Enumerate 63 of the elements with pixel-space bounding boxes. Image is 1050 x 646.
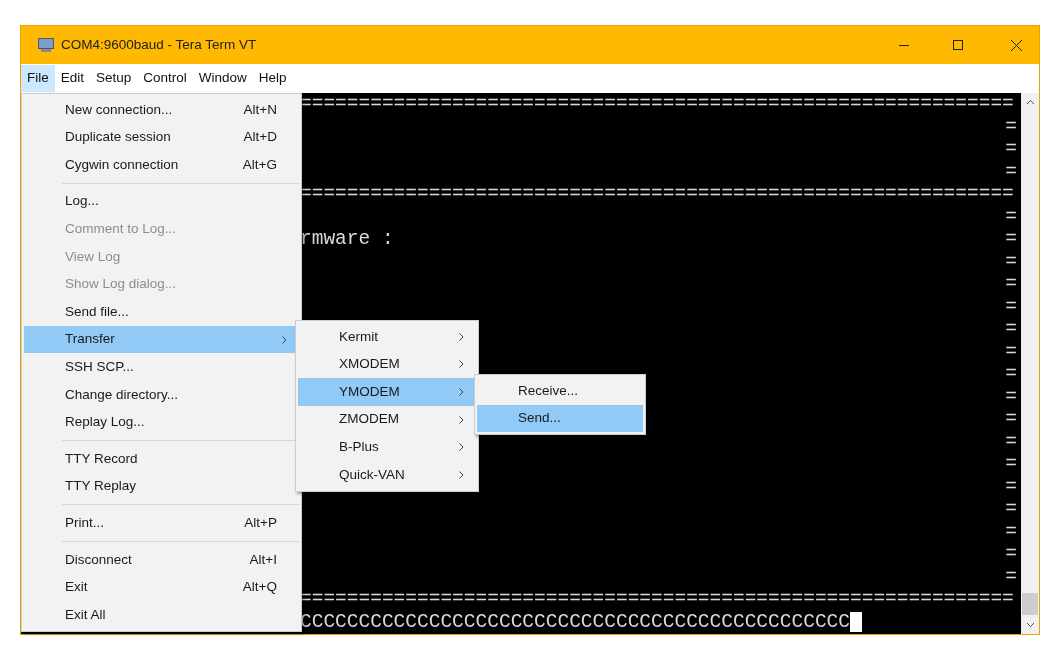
menu-item[interactable]: Quick-VAN [298, 460, 476, 489]
menu-item[interactable]: Change directory... [24, 380, 299, 409]
shortcut-label: Alt+Q [242, 578, 278, 597]
menu-bar-item[interactable]: Help [252, 65, 293, 92]
menu-item[interactable]: YMODEM [298, 378, 476, 406]
terminal-text: = [1005, 295, 1017, 318]
scroll-down-icon[interactable] [1025, 622, 1035, 628]
terminal-text: = [1005, 565, 1017, 588]
terminal-text: = [1005, 498, 1017, 521]
menu-item[interactable]: New connection... Alt+N [24, 96, 299, 124]
terminal-icon [38, 38, 54, 52]
terminal-text: CCCCCCCCCCCCCCCCCCCCCCCCCCCCCCCCCCCCCCCCCCCCCCC [300, 610, 850, 633]
menu-item[interactable]: Disconnect Alt+I [24, 545, 299, 574]
menu-item[interactable]: Exit Alt+Q [24, 573, 299, 602]
scrollbar-thumb[interactable] [1022, 593, 1038, 615]
terminal-text: ============================================================= [300, 93, 1014, 116]
shortcut-label: Alt+N [243, 100, 278, 119]
terminal-text: = [1005, 475, 1017, 498]
menu-bar-item[interactable]: Control [137, 65, 193, 92]
terminal-text: = [1005, 228, 1017, 251]
terminal-text: = [1005, 250, 1017, 273]
terminal-text: = [1005, 273, 1017, 296]
scroll-up-icon[interactable] [1025, 99, 1035, 105]
close-icon[interactable] [1010, 39, 1022, 51]
menu-item[interactable]: Replay Log... [24, 408, 299, 437]
window-title: COM4:9600baud - Tera Term VT [61, 35, 257, 54]
terminal-text: rmware : [300, 228, 394, 251]
menu-item[interactable]: TTY Replay [24, 472, 299, 501]
menu-item[interactable]: Print... Alt+P [24, 509, 299, 537]
terminal-text: = [1005, 385, 1017, 408]
menu-item[interactable]: Duplicate session Alt+D [24, 123, 299, 152]
terminal-text: = [1005, 520, 1017, 543]
menu-bar-item[interactable]: Edit [54, 65, 91, 92]
terminal-text: = [1005, 363, 1017, 386]
menu-item[interactable]: SSH SCP... [24, 353, 299, 381]
menu-bar-item[interactable]: Window [192, 65, 253, 92]
terminal-text: = [1005, 318, 1017, 341]
terminal-text: = [1005, 340, 1017, 363]
terminal-text: = [1005, 453, 1017, 476]
menu-item[interactable]: Send... [477, 404, 643, 433]
maximize-icon[interactable] [953, 40, 963, 50]
terminal-text: = [1005, 543, 1017, 566]
shortcut-label: Alt+G [242, 155, 278, 174]
menu-item[interactable]: TTY Record [24, 445, 299, 473]
terminal-text: = [1005, 115, 1017, 138]
menu-item[interactable]: Receive... [477, 377, 643, 405]
menu-item[interactable]: Send file... [24, 298, 299, 326]
menu-bar-item[interactable]: File [21, 65, 55, 92]
menu-item[interactable]: Exit All [24, 601, 299, 629]
terminal-text: ============================================================= [300, 183, 1014, 206]
menu-item[interactable]: Kermit [298, 323, 476, 351]
terminal-text: = [1005, 408, 1017, 431]
terminal-text: = [1005, 430, 1017, 453]
shortcut-label: Alt+P [244, 514, 278, 532]
menu-bar-item[interactable]: Setup [90, 65, 138, 92]
terminal-text: = [1005, 205, 1017, 228]
menu-item[interactable]: Cygwin connection Alt+G [24, 151, 299, 179]
terminal-text: ============================================================= [300, 588, 1014, 611]
terminal-text: = [1005, 160, 1017, 183]
menu-item[interactable]: Log... [24, 187, 299, 216]
shortcut-label: Alt+D [243, 128, 278, 147]
shortcut-label: Alt+I [249, 550, 278, 569]
terminal-text: = [1005, 138, 1017, 161]
